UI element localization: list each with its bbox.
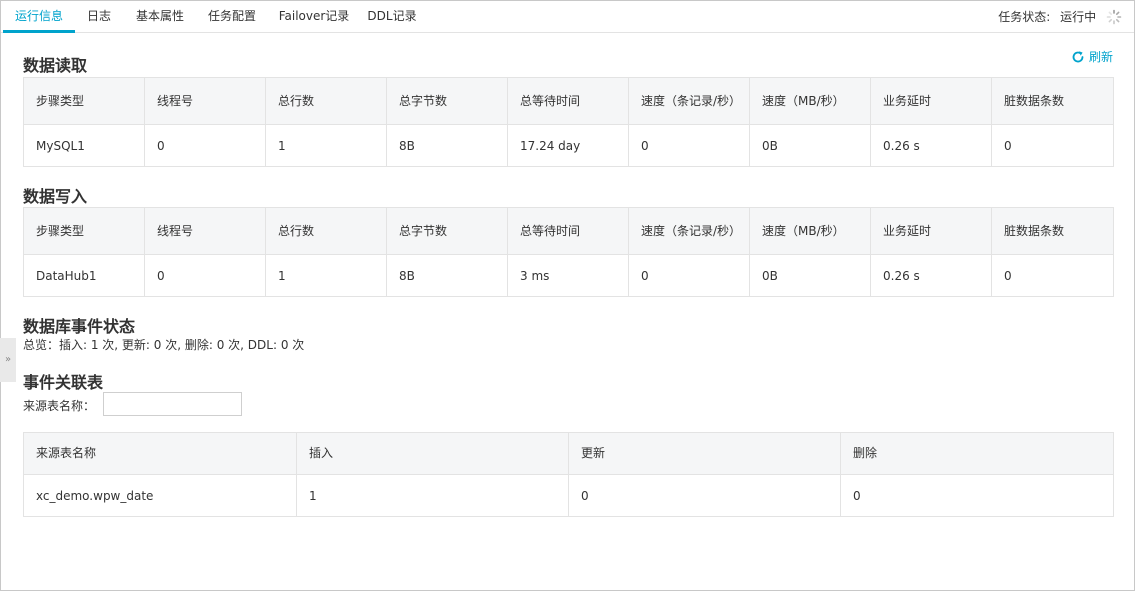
- table-cell: 0B: [749, 254, 871, 297]
- table-cell: 1: [265, 254, 387, 297]
- tab-failover-records[interactable]: Failover记录: [275, 1, 353, 33]
- column-header: 速度（条记录/秒）: [628, 77, 750, 125]
- table-cell: 0B: [749, 124, 871, 167]
- column-header: 速度（MB/秒）: [749, 77, 871, 125]
- task-status-value: 运行中: [1060, 10, 1097, 24]
- loading-spinner-icon: [1106, 5, 1122, 25]
- table-header-row: 来源表名称 插入 更新 删除: [23, 432, 1114, 475]
- tab-runtime-info[interactable]: 运行信息: [3, 1, 75, 33]
- column-header: 总字节数: [386, 207, 508, 255]
- refresh-label: 刷新: [1088, 50, 1113, 64]
- column-header: 步骤类型: [23, 207, 145, 255]
- column-header: 业务延时: [870, 77, 992, 125]
- table-cell: 0: [991, 124, 1114, 167]
- table-cell: 17.24 day: [507, 124, 629, 167]
- column-header: 线程号: [144, 207, 266, 255]
- read-section-title: 数据读取: [23, 56, 88, 75]
- column-header: 速度（条记录/秒）: [628, 207, 750, 255]
- table-header-row: 步骤类型 线程号 总行数 总字节数 总等待时间 速度（条记录/秒） 速度（MB/…: [23, 77, 1114, 125]
- table-row: xc_demo.wpw_date 1 0 0: [23, 474, 1114, 517]
- read-table: 步骤类型 线程号 总行数 总字节数 总等待时间 速度（条记录/秒） 速度（MB/…: [23, 77, 1114, 167]
- table-cell: 0: [568, 474, 841, 517]
- tab-log[interactable]: 日志: [83, 1, 115, 33]
- write-section-title: 数据写入: [23, 187, 88, 206]
- column-header: 总等待时间: [507, 77, 629, 125]
- expand-chevron-icon: »: [4, 354, 12, 365]
- table-cell: 1: [265, 124, 387, 167]
- table-cell: 0: [991, 254, 1114, 297]
- table-cell: 3 ms: [507, 254, 629, 297]
- db-event-summary: 总览：插入: 1 次, 更新: 0 次, 删除: 0 次, DDL: 0 次: [23, 338, 305, 352]
- column-header: 脏数据条数: [991, 77, 1114, 125]
- column-header: 步骤类型: [23, 77, 145, 125]
- column-header: 插入: [296, 432, 569, 475]
- column-header: 更新: [568, 432, 841, 475]
- event-table: 来源表名称 插入 更新 删除 xc_demo.wpw_date 1 0 0: [23, 432, 1114, 517]
- table-cell: 8B: [386, 124, 508, 167]
- column-header: 删除: [840, 432, 1114, 475]
- column-header: 来源表名称: [23, 432, 297, 475]
- side-panel-toggle[interactable]: »: [0, 338, 16, 382]
- table-cell: 0: [144, 124, 266, 167]
- source-table-filter-input[interactable]: [103, 392, 242, 416]
- column-header: 总等待时间: [507, 207, 629, 255]
- event-table-title: 事件关联表: [23, 373, 104, 392]
- table-cell: 0.26 s: [870, 124, 992, 167]
- refresh-button[interactable]: 刷新: [1071, 48, 1113, 65]
- table-cell: MySQL1: [23, 124, 145, 167]
- task-status-label: 任务状态:: [998, 10, 1051, 24]
- column-header: 线程号: [144, 77, 266, 125]
- column-header: 总行数: [265, 207, 387, 255]
- write-table: 步骤类型 线程号 总行数 总字节数 总等待时间 速度（条记录/秒） 速度（MB/…: [23, 207, 1114, 297]
- table-cell: 0.26 s: [870, 254, 992, 297]
- table-header-row: 步骤类型 线程号 总行数 总字节数 总等待时间 速度（条记录/秒） 速度（MB/…: [23, 207, 1114, 255]
- column-header: 总行数: [265, 77, 387, 125]
- source-table-filter-label: 来源表名称：: [23, 399, 96, 413]
- table-row: MySQL1 0 1 8B 17.24 day 0 0B 0.26 s 0: [23, 124, 1114, 167]
- table-cell: 0: [144, 254, 266, 297]
- table-cell: 0: [628, 254, 750, 297]
- refresh-icon: [1072, 51, 1084, 63]
- tab-basic-properties[interactable]: 基本属性: [129, 1, 191, 33]
- column-header: 速度（MB/秒）: [749, 207, 871, 255]
- tab-ddl-records[interactable]: DDL记录: [363, 1, 421, 33]
- table-cell: xc_demo.wpw_date: [23, 474, 297, 517]
- table-cell: 8B: [386, 254, 508, 297]
- column-header: 脏数据条数: [991, 207, 1114, 255]
- table-cell: DataHub1: [23, 254, 145, 297]
- column-header: 总字节数: [386, 77, 508, 125]
- tab-task-config[interactable]: 任务配置: [201, 1, 263, 33]
- task-status: 任务状态: 运行中: [998, 1, 1122, 33]
- table-cell: 0: [840, 474, 1114, 517]
- tab-bar: 运行信息 日志 基本属性 任务配置 Failover记录 DDL记录 任务状态:…: [1, 1, 1134, 33]
- table-cell: 1: [296, 474, 569, 517]
- table-cell: 0: [628, 124, 750, 167]
- column-header: 业务延时: [870, 207, 992, 255]
- db-event-title: 数据库事件状态: [23, 317, 136, 336]
- table-row: DataHub1 0 1 8B 3 ms 0 0B 0.26 s 0: [23, 254, 1114, 297]
